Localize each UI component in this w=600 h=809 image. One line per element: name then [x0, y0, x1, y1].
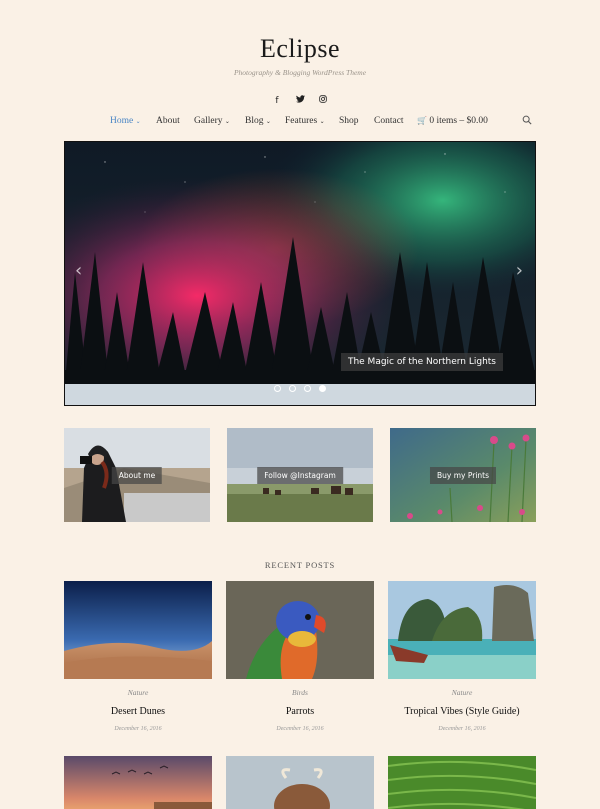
nav-about[interactable]: About	[156, 116, 180, 126]
post-date: December 16, 2016	[276, 726, 324, 732]
rice-terraces-image	[388, 756, 536, 809]
slider-prev-arrow-icon[interactable]: ‹	[75, 260, 82, 281]
nav-blog-label: Blog	[245, 116, 264, 126]
post-title[interactable]: Parrots	[226, 706, 374, 717]
promo-button[interactable]: Follow @Instagram	[257, 467, 343, 484]
post-thumbnail[interactable]	[226, 756, 374, 809]
post-category[interactable]: Nature	[388, 688, 536, 697]
cart-icon: 🛒	[417, 116, 427, 125]
nav-cart-label: 0 items – $0.00	[429, 116, 488, 126]
chevron-down-icon: ⌄	[319, 118, 325, 125]
nav-blog[interactable]: Blog ⌄	[245, 116, 271, 126]
social-links: f	[0, 88, 600, 107]
sunset-birds-image	[64, 756, 212, 809]
slider-caption[interactable]: The Magic of the Northern Lights	[340, 353, 503, 371]
nav-features-label: Features	[285, 116, 318, 126]
nav-cart[interactable]: 🛒 0 items – $0.00	[417, 116, 488, 126]
slider-dot[interactable]	[288, 385, 296, 392]
promo-about-me[interactable]: About me	[64, 428, 210, 522]
chevron-down-icon: ⌄	[224, 118, 230, 125]
slider-pagination	[65, 377, 535, 396]
recent-posts-heading: RECENT POSTS	[264, 560, 336, 570]
promo-button[interactable]: Buy my Prints	[429, 467, 497, 484]
promo-prints[interactable]: Buy my Prints	[390, 428, 536, 522]
nav-gallery[interactable]: Gallery ⌄	[194, 116, 230, 126]
post-thumbnail[interactable]	[388, 581, 536, 679]
highland-cow-image	[226, 756, 374, 809]
chevron-down-icon: ⌄	[265, 118, 271, 125]
slider-dot-active[interactable]	[319, 385, 327, 392]
promo-instagram[interactable]: Follow @Instagram	[227, 428, 373, 522]
post-thumbnail[interactable]	[388, 756, 536, 809]
tropical-bay-image	[388, 581, 536, 679]
hero-slider[interactable]: ‹ › The Magic of the Northern Lights	[64, 141, 536, 406]
nav-home-label: Home	[110, 116, 134, 126]
chevron-down-icon: ⌄	[135, 118, 141, 125]
nav-shop[interactable]: Shop	[339, 116, 359, 126]
post-card[interactable]: Nature Tropical Vibes (Style Guide) Dece…	[388, 581, 536, 732]
promo-button[interactable]: About me	[111, 467, 163, 484]
nav-contact[interactable]: Contact	[374, 116, 404, 126]
post-card[interactable]: Birds Parrots December 16, 2016	[226, 581, 374, 732]
post-category[interactable]: Nature	[64, 688, 212, 697]
post-category[interactable]: Birds	[226, 688, 374, 697]
site-title[interactable]: Eclipse	[0, 34, 600, 64]
post-title[interactable]: Desert Dunes	[64, 706, 212, 717]
nav-home[interactable]: Home ⌄	[110, 116, 141, 126]
parrot-image	[226, 581, 374, 679]
facebook-icon[interactable]: f	[268, 96, 286, 106]
post-date: December 16, 2016	[114, 726, 162, 732]
nav-features[interactable]: Features ⌄	[285, 116, 325, 126]
slider-next-arrow-icon[interactable]: ›	[516, 260, 523, 281]
post-thumbnail[interactable]	[64, 756, 212, 809]
search-icon[interactable]	[522, 115, 532, 125]
slider-dot[interactable]	[304, 385, 312, 392]
instagram-icon[interactable]	[314, 95, 332, 106]
nav-gallery-label: Gallery	[194, 116, 223, 126]
main-navigation: Home ⌄ About Gallery ⌄ Blog ⌄ Features ⌄…	[64, 115, 536, 128]
twitter-icon[interactable]	[291, 95, 309, 106]
post-card[interactable]: Nature Desert Dunes December 16, 2016	[64, 581, 212, 732]
site-tagline: Photography & Blogging WordPress Theme	[233, 68, 367, 77]
slider-dot[interactable]	[273, 385, 281, 392]
post-thumbnail[interactable]	[64, 581, 212, 679]
post-thumbnail[interactable]	[226, 581, 374, 679]
desert-dunes-image	[64, 581, 212, 679]
post-title[interactable]: Tropical Vibes (Style Guide)	[388, 706, 536, 717]
post-date: December 16, 2016	[438, 726, 486, 732]
